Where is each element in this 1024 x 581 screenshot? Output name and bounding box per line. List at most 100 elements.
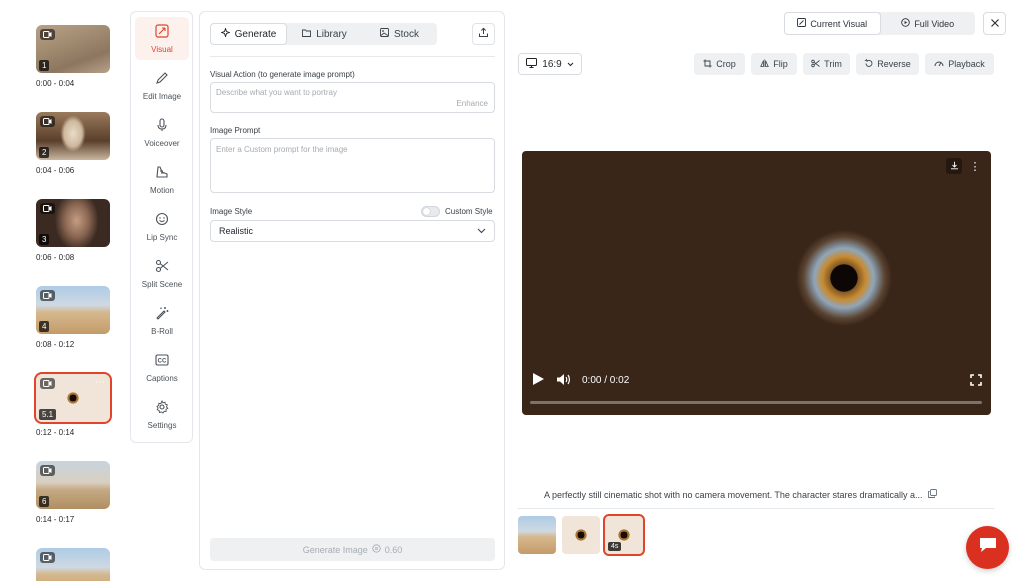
tool-settings[interactable]: Settings — [135, 393, 189, 436]
preview-divider — [518, 508, 994, 509]
tool-split-scene[interactable]: Split Scene — [135, 252, 189, 295]
scissors-icon — [811, 59, 820, 70]
video-preview[interactable]: ⋮ 0:00 / 0:02 — [522, 151, 991, 415]
flip-button[interactable]: Flip — [751, 53, 797, 75]
tab-library[interactable]: Library — [287, 23, 362, 45]
image-prompt-placeholder: Enter a Custom prompt for the image — [216, 145, 348, 154]
scene-thumbnail[interactable]: 1 — [36, 25, 110, 73]
crop-button[interactable]: Crop — [694, 53, 745, 75]
scene-item-2[interactable]: 2 0:04 - 0:06 — [36, 112, 110, 175]
scene-item-1[interactable]: 1 0:00 - 0:04 — [36, 25, 110, 88]
tool-b-roll[interactable]: B-Roll — [135, 299, 189, 342]
reverse-button[interactable]: Reverse — [856, 53, 919, 75]
play-icon[interactable] — [532, 372, 545, 389]
scene-number: 5.1 — [39, 409, 57, 420]
flip-label: Flip — [773, 59, 788, 69]
tab-generate[interactable]: Generate — [210, 23, 287, 45]
tool-motion[interactable]: Motion — [135, 158, 189, 201]
custom-style-toggle[interactable] — [421, 206, 440, 217]
gear-icon — [154, 399, 170, 415]
play-circle-icon — [901, 18, 911, 29]
scene-number: 6 — [39, 496, 50, 507]
scene-item-5[interactable]: ⋯ 5.1 0:12 - 0:14 — [34, 372, 112, 437]
variant-thumbnail[interactable] — [518, 516, 556, 554]
crop-frame-icon — [154, 23, 170, 39]
view-toggle: Current Visual Full Video — [784, 12, 975, 35]
image-style-select[interactable]: Realistic — [210, 220, 495, 242]
copy-icon[interactable] — [928, 489, 938, 500]
svg-text:CC: CC — [158, 359, 167, 365]
tool-lip-sync[interactable]: Lip Sync — [135, 205, 189, 248]
download-icon — [950, 157, 959, 175]
tool-edit-image[interactable]: Edit Image — [135, 64, 189, 107]
variant-thumbnail-selected[interactable]: 4s — [603, 514, 645, 556]
scene-item-3[interactable]: 3 0:06 - 0:08 — [36, 199, 110, 262]
scene-thumbnail[interactable]: 4 — [36, 286, 110, 334]
upload-button[interactable] — [472, 23, 495, 45]
scene-thumbnail-selected[interactable]: ⋯ 5.1 — [34, 372, 112, 424]
scene-time: 0:08 - 0:12 — [36, 340, 75, 349]
generate-image-button[interactable]: Generate Image 0.60 — [210, 538, 495, 561]
scene-time: 0:06 - 0:08 — [36, 253, 75, 262]
visual-action-input[interactable]: Describe what you want to portray Enhanc… — [210, 82, 495, 113]
video-camera-icon — [40, 290, 55, 301]
chat-bubble-icon — [978, 536, 998, 559]
generate-cost: 0.60 — [384, 544, 403, 555]
tab-label: Generate — [234, 28, 277, 40]
trim-button[interactable]: Trim — [803, 53, 850, 75]
reverse-label: Reverse — [877, 59, 911, 69]
variant-thumbnail[interactable] — [562, 516, 600, 554]
scene-time: 0:12 - 0:14 — [36, 428, 75, 437]
time-display: 0:00 / 0:02 — [582, 375, 630, 386]
playback-button[interactable]: Playback — [925, 53, 994, 75]
crop-label: Crop — [716, 59, 736, 69]
tool-label: Lip Sync — [146, 233, 178, 242]
more-options-icon[interactable]: ⋯ — [95, 377, 105, 388]
folder-icon — [302, 29, 312, 40]
video-camera-icon — [40, 465, 55, 476]
image-prompt-input[interactable]: Enter a Custom prompt for the image — [210, 138, 495, 193]
progress-bar[interactable] — [530, 401, 982, 404]
scene-number: 3 — [39, 234, 50, 245]
chat-support-button[interactable] — [966, 526, 1009, 569]
tool-visual[interactable]: Visual — [135, 17, 189, 60]
tab-stock[interactable]: Stock — [362, 23, 437, 45]
chevron-down-icon — [477, 226, 486, 236]
aspect-ratio-select[interactable]: 16:9 — [518, 53, 582, 75]
generate-label: Generate Image — [302, 544, 368, 555]
trim-label: Trim — [824, 59, 842, 69]
tool-voiceover[interactable]: Voiceover — [135, 111, 189, 154]
tool-label: Motion — [149, 186, 174, 195]
scene-thumbnail[interactable]: 6 — [36, 461, 110, 509]
full-video-option[interactable]: Full Video — [881, 12, 976, 35]
scene-item-4[interactable]: 4 0:08 - 0:12 — [36, 286, 110, 349]
scene-thumbnail[interactable]: 2 — [36, 112, 110, 160]
video-camera-icon — [40, 29, 55, 40]
video-camera-icon — [40, 203, 55, 214]
scene-thumbnail[interactable]: 3 — [36, 199, 110, 247]
enhance-button[interactable]: Enhance — [456, 99, 488, 108]
pencil-icon — [154, 70, 170, 86]
video-camera-icon — [40, 552, 55, 563]
scene-thumbnail[interactable] — [36, 548, 110, 581]
reverse-icon — [864, 58, 873, 70]
aspect-ratio-value: 16:9 — [542, 58, 562, 70]
volume-icon[interactable] — [556, 373, 571, 389]
scissors-icon — [154, 258, 170, 274]
duration-badge: 4s — [608, 542, 622, 551]
scene-item-7[interactable] — [36, 548, 110, 581]
close-button[interactable] — [983, 12, 1006, 35]
download-button[interactable] — [946, 158, 962, 174]
tool-captions[interactable]: CC Captions — [135, 346, 189, 389]
tab-label: Library — [316, 28, 347, 40]
crop-icon — [703, 59, 712, 70]
scene-number: 1 — [39, 60, 50, 71]
visual-action-label: Visual Action (to generate image prompt) — [210, 70, 355, 79]
visual-action-placeholder: Describe what you want to portray — [216, 88, 337, 97]
more-options-icon[interactable]: ⋮ — [969, 158, 981, 174]
scene-item-6[interactable]: 6 0:14 - 0:17 — [36, 461, 110, 524]
current-visual-option[interactable]: Current Visual — [784, 12, 881, 35]
fullscreen-icon[interactable] — [970, 373, 982, 391]
tool-label: Settings — [147, 421, 177, 430]
image-prompt-label: Image Prompt — [210, 126, 261, 135]
